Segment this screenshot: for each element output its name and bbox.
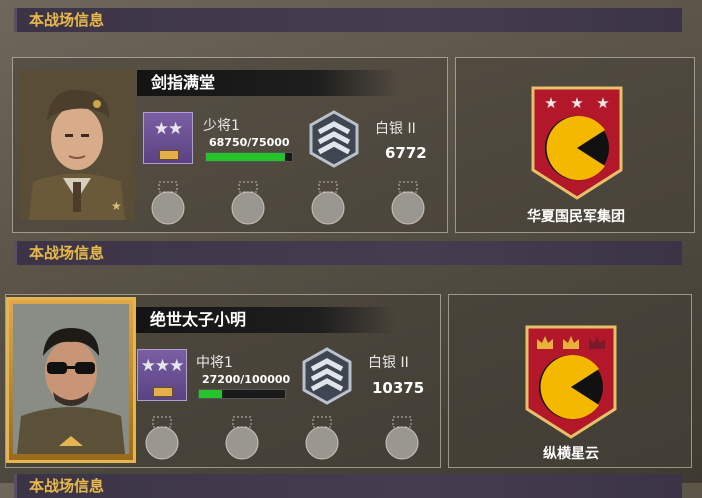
player-portrait[interactable]: ★ (19, 70, 135, 220)
rank-stars-icon: ★★★ (140, 356, 185, 376)
guild-card[interactable]: 纵横星云 (448, 294, 692, 468)
rank-name: 少将1 (203, 118, 240, 134)
tier-score: 10375 (372, 379, 425, 397)
tier-name: 白银 II (375, 121, 416, 137)
silver-tier-icon (309, 110, 359, 168)
medal-slot-icon[interactable] (309, 180, 347, 226)
medal-slot-icon[interactable] (303, 415, 341, 461)
guild-name: 纵横星云 (543, 446, 599, 462)
player-name: 剑指满堂 (137, 70, 397, 96)
xp-fill (199, 390, 223, 398)
guild-name: 华夏国民军集团 (527, 209, 625, 225)
rank-badge: ★★★ (137, 349, 187, 401)
tier-name: 白银 II (368, 355, 409, 371)
guild-card[interactable]: ★ ★ ★ 华夏国民军集团 (455, 57, 695, 233)
avatar (13, 304, 129, 454)
guild-emblem-icon (525, 325, 617, 439)
player-portrait[interactable] (6, 297, 136, 463)
section-header: 本战场信息 (14, 241, 682, 265)
rank-badge: ★★ (143, 112, 193, 164)
player-name: 绝世太子小明 (136, 307, 396, 333)
svg-text:★: ★ (544, 94, 557, 112)
section-header: 本战场信息 (14, 8, 682, 32)
rank-tab-icon (153, 387, 173, 397)
medal-slot-icon[interactable] (223, 415, 261, 461)
rank-name: 中将1 (196, 355, 233, 371)
xp-fill (206, 153, 285, 161)
silver-tier-icon (302, 347, 352, 405)
svg-text:★: ★ (570, 94, 583, 112)
player-card[interactable]: ★ 剑指满堂 ★★ 少将1 68750/75000 白银 II 6772 (12, 57, 448, 233)
avatar: ★ (19, 70, 135, 220)
player-card[interactable]: 绝世太子小明 ★★★ 中将1 27200/100000 白银 II 10375 (5, 294, 441, 468)
svg-text:★: ★ (111, 199, 122, 213)
guild-emblem-icon: ★ ★ ★ (531, 86, 623, 200)
tier-score: 6772 (385, 144, 427, 162)
xp-bar (205, 152, 293, 162)
medal-slot-icon[interactable] (383, 415, 421, 461)
xp-text: 27200/100000 (202, 373, 291, 386)
medal-slot-icon[interactable] (229, 180, 267, 226)
xp-bar (198, 389, 286, 399)
svg-text:★: ★ (596, 94, 609, 112)
xp-text: 68750/75000 (209, 136, 290, 149)
medal-slot-icon[interactable] (149, 180, 187, 226)
medal-slot-icon[interactable] (143, 415, 181, 461)
medal-slot-icon[interactable] (389, 180, 427, 226)
section-header: 本战场信息 (14, 474, 682, 498)
rank-tab-icon (159, 150, 179, 160)
rank-stars-icon: ★★ (153, 119, 183, 139)
